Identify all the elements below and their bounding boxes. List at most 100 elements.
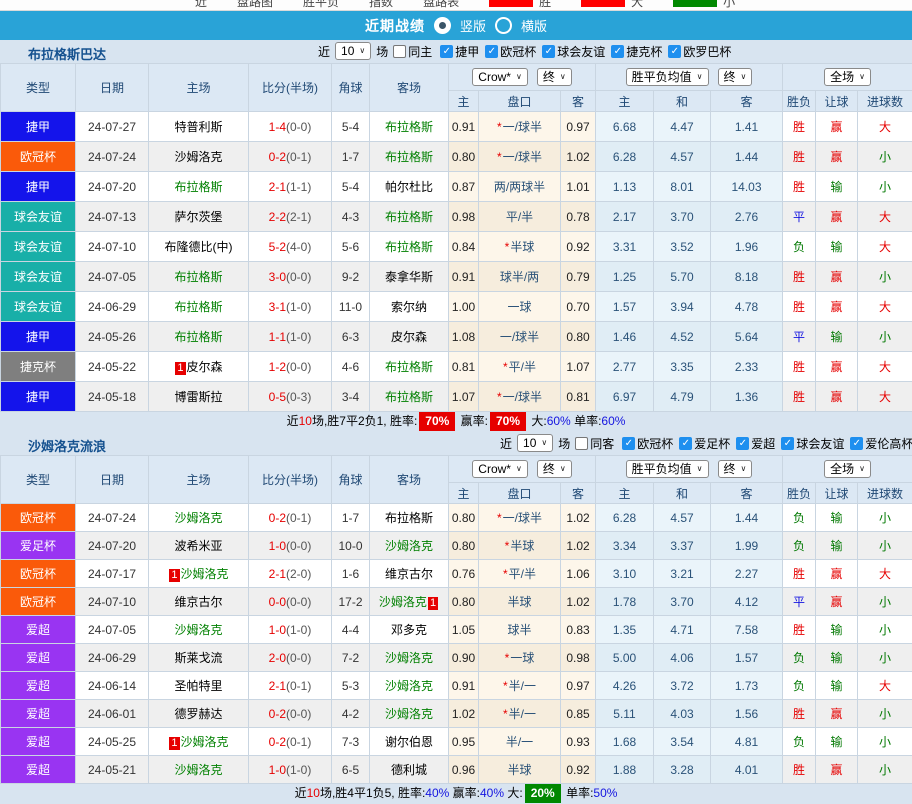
checkbox-checked-icon[interactable]: ✓ [622, 437, 635, 450]
league-type-badge: 球会友谊 [1, 292, 76, 322]
rate-badge: 70% [490, 412, 526, 431]
goals-size-result: 大 [858, 352, 912, 382]
match-date: 24-07-13 [76, 202, 149, 232]
match-row: 球会友谊24-06-29布拉格斯3-1(1-0)11-0索尔纳1.00一球0.7… [1, 292, 912, 322]
match-row: 爱超24-06-14圣帕特里2-1(0-1)5-3沙姆洛克0.91*半/一0.9… [1, 672, 912, 700]
away-team-cell: 布拉格斯 [370, 504, 449, 532]
league-filter[interactable]: ✓欧冠杯 [622, 435, 673, 452]
league-filter[interactable]: ✓欧罗巴杯 [668, 43, 731, 60]
checkbox-checked-icon[interactable]: ✓ [668, 45, 681, 58]
league-filter[interactable]: ✓捷甲 [440, 43, 479, 60]
radio-portrait-icon[interactable] [434, 17, 451, 34]
column-header-score: 比分(半场) [249, 64, 332, 112]
portrait-radio-label[interactable]: 竖版 [460, 16, 486, 35]
crow-home-odds: 1.08 [449, 322, 479, 352]
checkbox-checked-icon[interactable]: ✓ [850, 437, 863, 450]
league-filter[interactable]: ✓爱超 [736, 435, 775, 452]
odds-company-select[interactable]: Crow*∨ [472, 68, 528, 86]
home-team-cell: 布隆德比(中) [149, 232, 249, 262]
star-mark: * [497, 120, 502, 134]
top-toolbar-content: 近盘路图胜平负指数盘路表胜大小 [0, 0, 912, 9]
games-label: 场 [376, 43, 388, 60]
radio-landscape-icon[interactable] [495, 17, 512, 34]
final-odds-select-2[interactable]: 终∨ [718, 460, 753, 478]
handicap-line: 半球 [507, 595, 531, 609]
full-time-score: 2-0 [269, 651, 286, 665]
column-header-goals: 进球数 [858, 91, 912, 112]
checkbox-checked-icon[interactable]: ✓ [485, 45, 498, 58]
red-card-badge: 1 [169, 737, 179, 750]
team-title: 布拉格斯巴达 [28, 44, 106, 63]
team-section-header-1: 布拉格斯巴达 近 10∨ 场 同主 ✓捷甲✓欧冠杯✓球会友谊✓捷克杯✓欧罗巴杯 [0, 40, 912, 63]
final-odds-select[interactable]: 终∨ [537, 460, 572, 478]
checkbox-unchecked-icon[interactable] [575, 437, 588, 450]
avg-odds-select[interactable]: 胜平负均值∨ [626, 460, 709, 478]
column-header-result: 胜负 [783, 91, 816, 112]
goals-size-result: 小 [858, 322, 912, 352]
checkbox-checked-icon[interactable]: ✓ [679, 437, 692, 450]
match-score-cell: 3-0(0-0) [249, 262, 332, 292]
odds-company-select[interactable]: Crow*∨ [472, 460, 528, 478]
same-venue-filter[interactable]: 同主 [393, 43, 432, 60]
chevron-down-icon: ∨ [560, 465, 566, 473]
checkbox-checked-icon[interactable]: ✓ [736, 437, 749, 450]
column-header-result: 胜负 [783, 483, 816, 504]
crow-home-odds: 0.91 [449, 112, 479, 142]
scope-select[interactable]: 全场∨ [824, 68, 871, 86]
top-bar-item: 盘路图 [237, 0, 273, 10]
league-type-badge: 欧冠杯 [1, 560, 76, 588]
match-result: 平 [783, 202, 816, 232]
league-filter[interactable]: ✓欧冠杯 [485, 43, 536, 60]
recent-count-select[interactable]: 10∨ [517, 434, 553, 452]
league-filter[interactable]: ✓捷克杯 [611, 43, 662, 60]
match-date: 24-07-05 [76, 262, 149, 292]
top-bar-label: 胜平负 [303, 0, 339, 10]
team-name: 沙姆洛克 [181, 567, 229, 581]
league-filter[interactable]: ✓球会友谊 [542, 43, 605, 60]
scope-select[interactable]: 全场∨ [824, 460, 871, 478]
crow-away-odds: 0.97 [561, 112, 596, 142]
record-summary-1: 近10场,胜7平2负1, 胜率:70% 赢率:70% 大:60% 单率:60% [0, 412, 912, 432]
checkbox-unchecked-icon[interactable] [393, 45, 406, 58]
league-filter[interactable]: ✓球会友谊 [781, 435, 844, 452]
avg-home-odds: 1.25 [596, 262, 654, 292]
team-name: 泰拿华斯 [385, 270, 433, 284]
full-time-score: 0-2 [269, 707, 286, 721]
half-time-score: (0-1) [286, 511, 311, 525]
final-odds-select[interactable]: 终∨ [537, 68, 572, 86]
corner-count: 11-0 [332, 292, 370, 322]
checkbox-checked-icon[interactable]: ✓ [440, 45, 453, 58]
team-name: 沙姆洛克 [174, 623, 222, 637]
avg-odds-value: 胜平负均值 [632, 70, 692, 84]
away-team-cell: 布拉格斯 [370, 352, 449, 382]
final-odds-select-2[interactable]: 终∨ [718, 68, 753, 86]
league-filter-label: 爱伦高杯 [865, 435, 912, 452]
landscape-radio-label[interactable]: 横版 [521, 16, 547, 35]
home-team-cell: 1沙姆洛克 [149, 560, 249, 588]
recent-count-select[interactable]: 10∨ [335, 42, 371, 60]
avg-draw-odds: 3.70 [654, 202, 711, 232]
same-venue-filter[interactable]: 同客 [575, 435, 614, 452]
avg-home-odds: 1.35 [596, 616, 654, 644]
half-time-score: (0-0) [286, 120, 311, 134]
full-time-score: 3-0 [269, 270, 286, 284]
match-score-cell: 0-2(0-1) [249, 728, 332, 756]
league-type-badge: 捷甲 [1, 322, 76, 352]
checkbox-checked-icon[interactable]: ✓ [542, 45, 555, 58]
away-team-cell: 沙姆洛克1 [370, 588, 449, 616]
team-name: 萨尔茨堡 [174, 210, 222, 224]
league-filter[interactable]: ✓爱足杯 [679, 435, 730, 452]
top-bar-item: 胜平负 [303, 0, 339, 10]
team-name: 布拉格斯 [385, 240, 433, 254]
handicap-line-cell: 球半 [479, 616, 561, 644]
handicap-line: 平/半 [506, 210, 533, 224]
checkbox-checked-icon[interactable]: ✓ [611, 45, 624, 58]
avg-odds-select[interactable]: 胜平负均值∨ [626, 68, 709, 86]
checkbox-checked-icon[interactable]: ✓ [781, 437, 794, 450]
league-filter[interactable]: ✓爱伦高杯 [850, 435, 912, 452]
match-row: 爱超24-05-21沙姆洛克1-0(1-0)6-5德利城0.96半球0.921.… [1, 756, 912, 784]
top-bar-label: 胜 [539, 0, 551, 10]
crow-home-odds: 0.80 [449, 532, 479, 560]
avg-odds-group-header: 胜平负均值∨ 终∨ [596, 456, 783, 483]
full-time-score: 1-0 [269, 539, 286, 553]
